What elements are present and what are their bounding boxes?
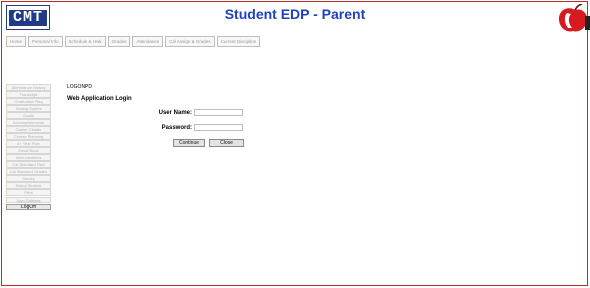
continue-button[interactable]: Continue xyxy=(173,139,205,147)
app-title: Student EDP - Parent xyxy=(224,6,366,22)
close-button[interactable]: Close xyxy=(209,139,244,147)
tab-cal-assign-grades[interactable]: Cal Assign & Grades xyxy=(165,36,215,47)
sidebar-item-accomplishments[interactable]: Accomplishments xyxy=(6,119,51,126)
tab-schedule-hwk[interactable]: Schedule & Hwk xyxy=(64,36,106,47)
sidebar: Attendance History Transcript Graduation… xyxy=(6,84,51,211)
login-heading: Web Application Login xyxy=(67,96,132,102)
sidebar-item-course-planning[interactable]: Course Planning xyxy=(6,133,51,140)
tab-grades[interactable]: Grades xyxy=(107,36,131,47)
sidebar-item-attendance-history[interactable]: Attendance History xyxy=(6,84,51,91)
breadcrumb: LOGONPD xyxy=(67,84,93,90)
sidebar-item-year-plan[interactable]: 4+ Year Plan xyxy=(6,140,51,147)
tab-attendance[interactable]: Attendance xyxy=(132,36,164,47)
username-label: User Name: xyxy=(158,110,192,116)
apple-icon xyxy=(559,4,590,32)
sidebar-item-goals[interactable]: Goals xyxy=(6,112,51,119)
tab-home[interactable]: Home xyxy=(6,36,27,47)
sidebar-item-graduation-req[interactable]: Graduation Req xyxy=(6,98,51,105)
sidebar-item-print[interactable]: Print xyxy=(6,189,51,197)
sidebar-item-cal-standard-fset[interactable]: Cal Standard Fset xyxy=(6,161,51,168)
password-input[interactable] xyxy=(194,124,243,131)
username-input[interactable] xyxy=(194,109,243,116)
tab-personal-info[interactable]: Personal Info xyxy=(28,36,63,47)
logoff-button[interactable]: LogOff xyxy=(6,203,51,211)
password-label: Password: xyxy=(161,125,192,131)
sidebar-item-career-cluster[interactable]: Career Cluster xyxy=(6,126,51,133)
sidebar-item-email-book[interactable]: Email Book xyxy=(6,147,51,154)
sidebar-item-survey[interactable]: Survey xyxy=(6,175,51,182)
sidebar-item-select-student[interactable]: Select Student xyxy=(6,182,51,190)
sidebar-item-cal-standard-grades[interactable]: Cal Standard Grades xyxy=(6,168,51,175)
sidebar-item-testing-scores[interactable]: Testing Scores xyxy=(6,105,51,112)
sidebar-item-immunizations[interactable]: Immunizations xyxy=(6,154,51,161)
tab-bar: Home Personal Info Schedule & Hwk Grades… xyxy=(6,36,261,47)
sidebar-item-transcript[interactable]: Transcript xyxy=(6,91,51,98)
tab-current-discipline[interactable]: Current Discipline xyxy=(216,36,261,47)
sidebar-item-user-settings[interactable]: User Settings xyxy=(6,196,51,204)
